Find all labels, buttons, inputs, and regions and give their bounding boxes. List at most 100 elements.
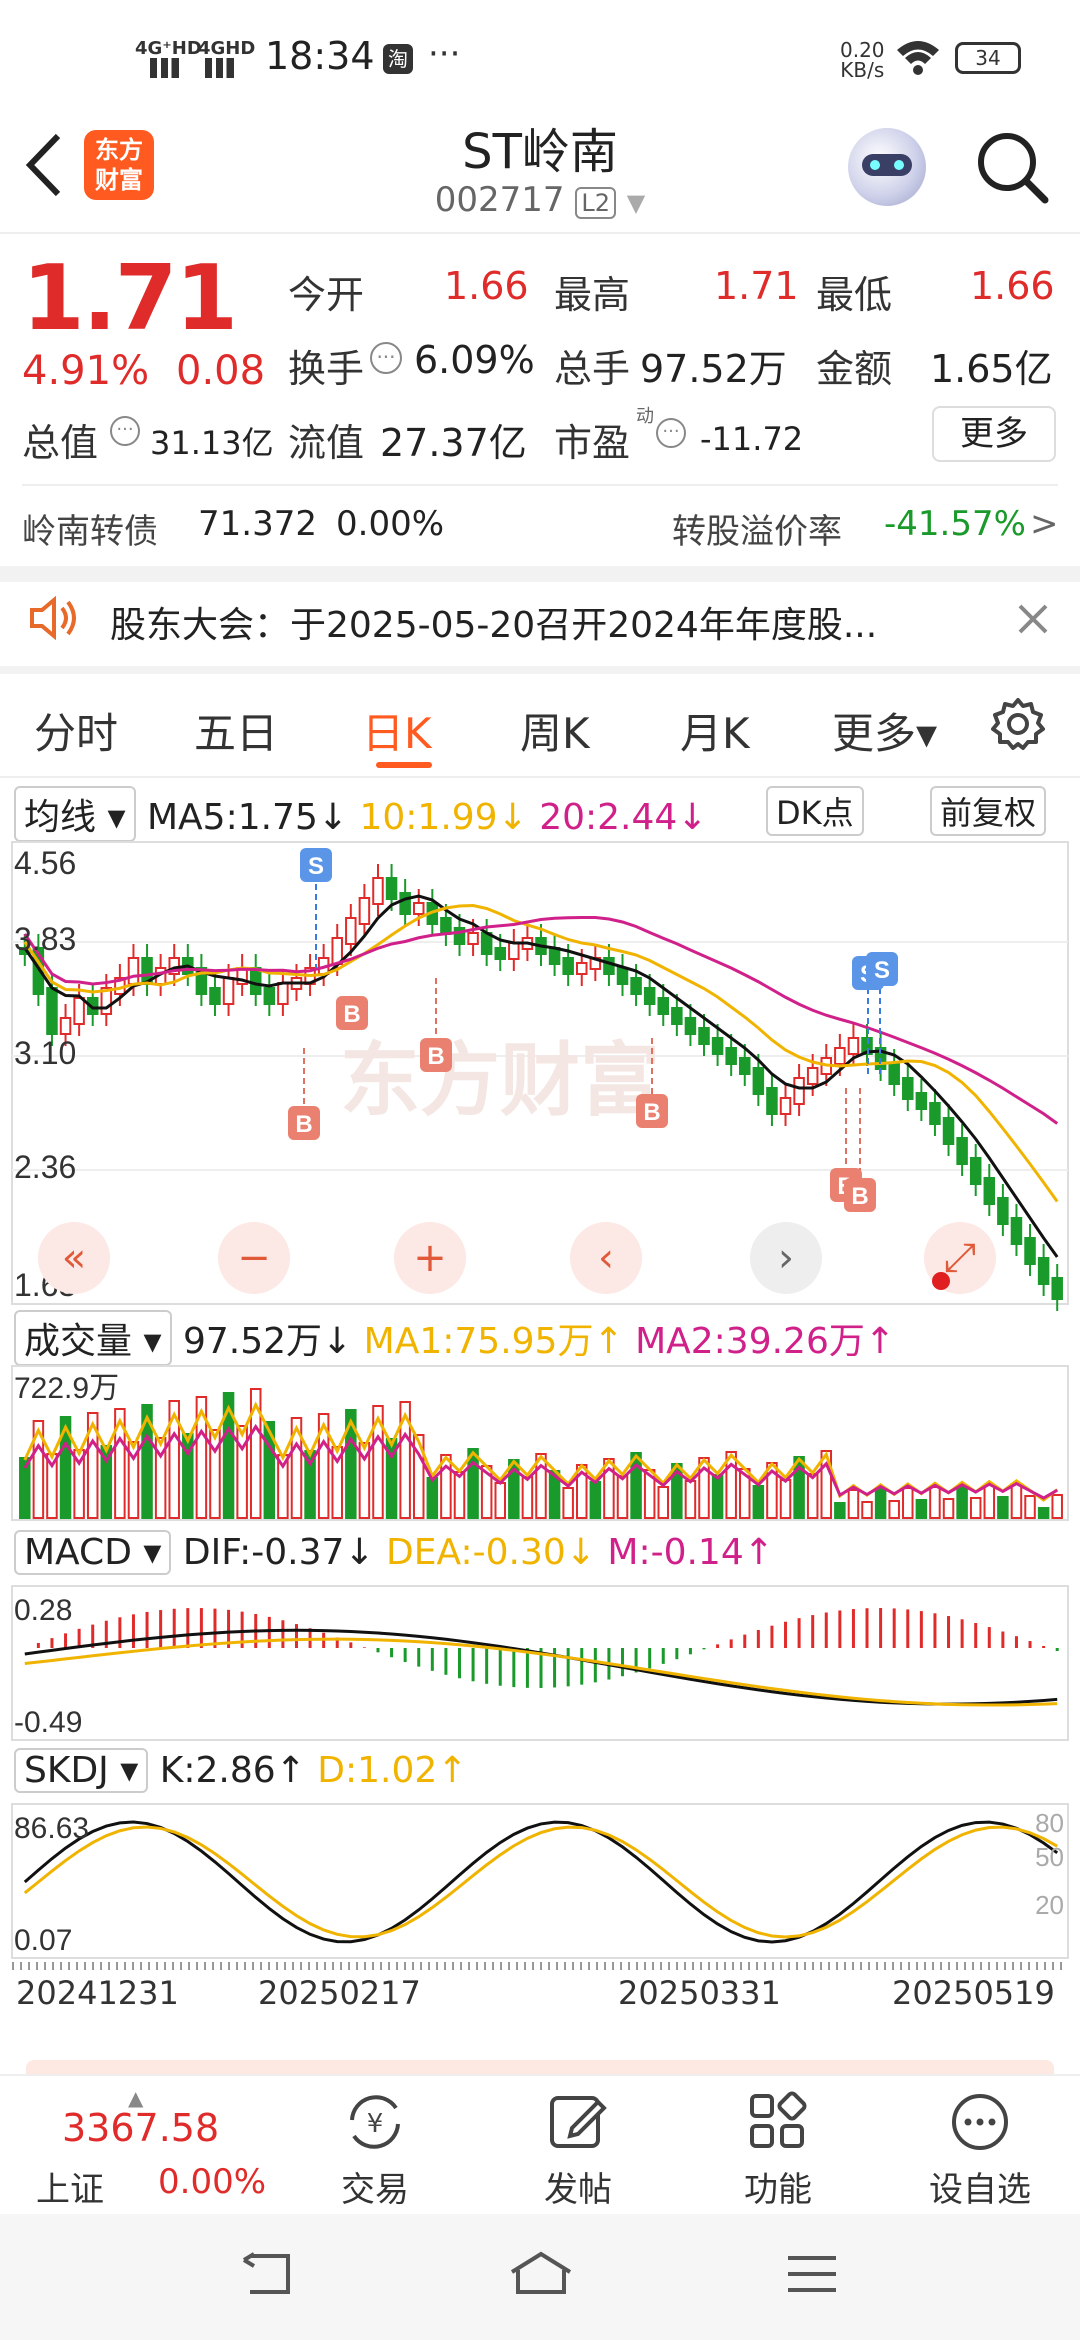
candle [440, 917, 452, 935]
post-edit-icon[interactable] [546, 2090, 610, 2158]
watchlist-add-icon[interactable] [948, 2090, 1012, 2158]
bond-change: 0.00% [336, 504, 445, 544]
nav-function[interactable]: 功能 [728, 2162, 828, 2211]
candle [603, 957, 615, 975]
candle [412, 902, 425, 915]
bond-name[interactable]: 岭南转债 [22, 504, 158, 553]
svg-text:S: S [308, 853, 324, 880]
price-axis-label: 2.36 [14, 1149, 76, 1185]
candle [494, 947, 507, 960]
svg-text:B: B [343, 1001, 360, 1028]
open-label: 今开 [288, 273, 365, 317]
volume-dropdown[interactable]: 成交量 ▾ [14, 1310, 172, 1366]
index-value[interactable]: 3367.58 [62, 2106, 219, 2150]
info-icon[interactable]: ··· [110, 416, 140, 446]
index-change: 0.00% [158, 2162, 267, 2202]
kdj-chart[interactable]: 86.63 0.07 80 50 20 [0, 1802, 1080, 1962]
candle [209, 987, 221, 1005]
scroll-right-icon[interactable]: › [750, 1222, 822, 1294]
dk-point-button[interactable]: DK点 [766, 786, 864, 836]
volume-chart[interactable]: 722.9万 [0, 1364, 1080, 1524]
volume-bar [969, 1497, 982, 1519]
robot-assistant-icon[interactable] [848, 128, 926, 206]
system-back-icon[interactable] [240, 2252, 296, 2300]
mktcap-value: 31.13亿 [150, 424, 274, 462]
kdj-axis-label: 0.07 [14, 1924, 72, 1957]
macd-chart[interactable]: 0.28 -0.49 [0, 1584, 1080, 1744]
bottom-nav: ▲ 3367.58 上证 0.00% ¥ 交易 发帖 功能 设自选 [0, 2074, 1080, 2214]
low-label: 最低 [816, 273, 893, 317]
trade-icon[interactable]: ¥ [340, 2090, 410, 2158]
candle [766, 1087, 778, 1115]
volume-bar [684, 1480, 697, 1519]
candle [263, 987, 276, 1005]
change-amount: 0.08 [176, 348, 266, 394]
tab-monthly-k[interactable]: 月K [680, 700, 750, 761]
candle [793, 1077, 805, 1105]
kdj-dropdown[interactable]: SKDJ ▾ [14, 1748, 149, 1793]
high-label: 最高 [554, 273, 631, 317]
bond-price: 71.372 [198, 504, 317, 544]
macd-dropdown[interactable]: MACD ▾ [14, 1530, 172, 1575]
chevron-right-icon[interactable]: > [1030, 504, 1059, 544]
price-adjust-button[interactable]: 前复权 [930, 786, 1047, 836]
settings-gear-icon[interactable] [990, 696, 1046, 756]
candle [969, 1157, 982, 1185]
volume-bar [616, 1475, 629, 1519]
taobao-icon: 淘 [383, 44, 413, 74]
function-grid-icon[interactable] [746, 2090, 810, 2158]
notice-text[interactable]: 股东大会：于2025-05-20召开2024年年度股... [110, 596, 877, 648]
more-notifications-icon: ··· [428, 34, 461, 74]
tab-daily-k[interactable]: 日K [362, 700, 432, 761]
volume-bar [236, 1425, 248, 1519]
more-button[interactable]: 更多 [932, 406, 1056, 462]
nav-post[interactable]: 发帖 [528, 2162, 628, 2211]
high-value: 1.71 [714, 264, 799, 308]
ma-dropdown[interactable]: 均线 ▾ [14, 786, 136, 842]
zoom-out-icon[interactable]: − [218, 1222, 290, 1294]
wifi-icon [895, 38, 941, 80]
macd-m: M:-0.14↑ [607, 1532, 774, 1573]
clock: 18:34 [265, 34, 375, 78]
tab-weekly-k[interactable]: 周K [520, 700, 590, 761]
candle [698, 1027, 710, 1045]
candle [806, 1067, 819, 1085]
close-icon[interactable] [1016, 602, 1050, 640]
nav-add-watchlist[interactable]: 设自选 [918, 2162, 1042, 2211]
tab-more[interactable]: 更多▾ [832, 700, 937, 761]
candle [929, 1102, 941, 1125]
candle [548, 947, 561, 965]
candle [508, 942, 520, 960]
nav-trade[interactable]: 交易 [325, 2162, 425, 2211]
premium-value: -41.57% [884, 504, 1026, 544]
net-speed: 0.20 KB/s [840, 38, 885, 82]
tab-intraday[interactable]: 分时 [34, 700, 118, 761]
scroll-left-icon[interactable]: ‹ [570, 1222, 642, 1294]
scroll-left-fast-icon[interactable]: « [38, 1222, 110, 1294]
volume-bar [453, 1471, 466, 1519]
volume-bar [589, 1481, 602, 1519]
volume-bar [902, 1487, 914, 1519]
svg-text:¥: ¥ [367, 2109, 384, 2139]
system-home-icon[interactable] [508, 2250, 574, 2300]
svg-text:B: B [295, 1111, 312, 1138]
candle [372, 877, 384, 905]
search-icon[interactable] [975, 130, 1051, 210]
system-menu-icon[interactable] [786, 2254, 838, 2298]
low-value: 1.66 [970, 264, 1055, 308]
amount-value: 1.65亿 [930, 347, 1053, 391]
info-icon[interactable]: ··· [656, 418, 686, 448]
candle [399, 892, 411, 915]
macd-dea: DEA:-0.30↓ [386, 1532, 596, 1573]
zoom-in-icon[interactable]: + [394, 1222, 466, 1294]
price-axis-label: 4.56 [14, 845, 76, 881]
candle [467, 932, 479, 945]
tab-five-day[interactable]: 五日 [194, 700, 278, 761]
volume-bar [915, 1499, 928, 1519]
price-axis-label: 3.83 [14, 921, 76, 957]
signal-bars-icon [150, 58, 186, 78]
info-icon[interactable]: ··· [370, 342, 402, 374]
candle [739, 1057, 751, 1075]
pe-value: -11.72 [700, 420, 804, 458]
chevron-down-icon: ▼ [626, 189, 646, 217]
